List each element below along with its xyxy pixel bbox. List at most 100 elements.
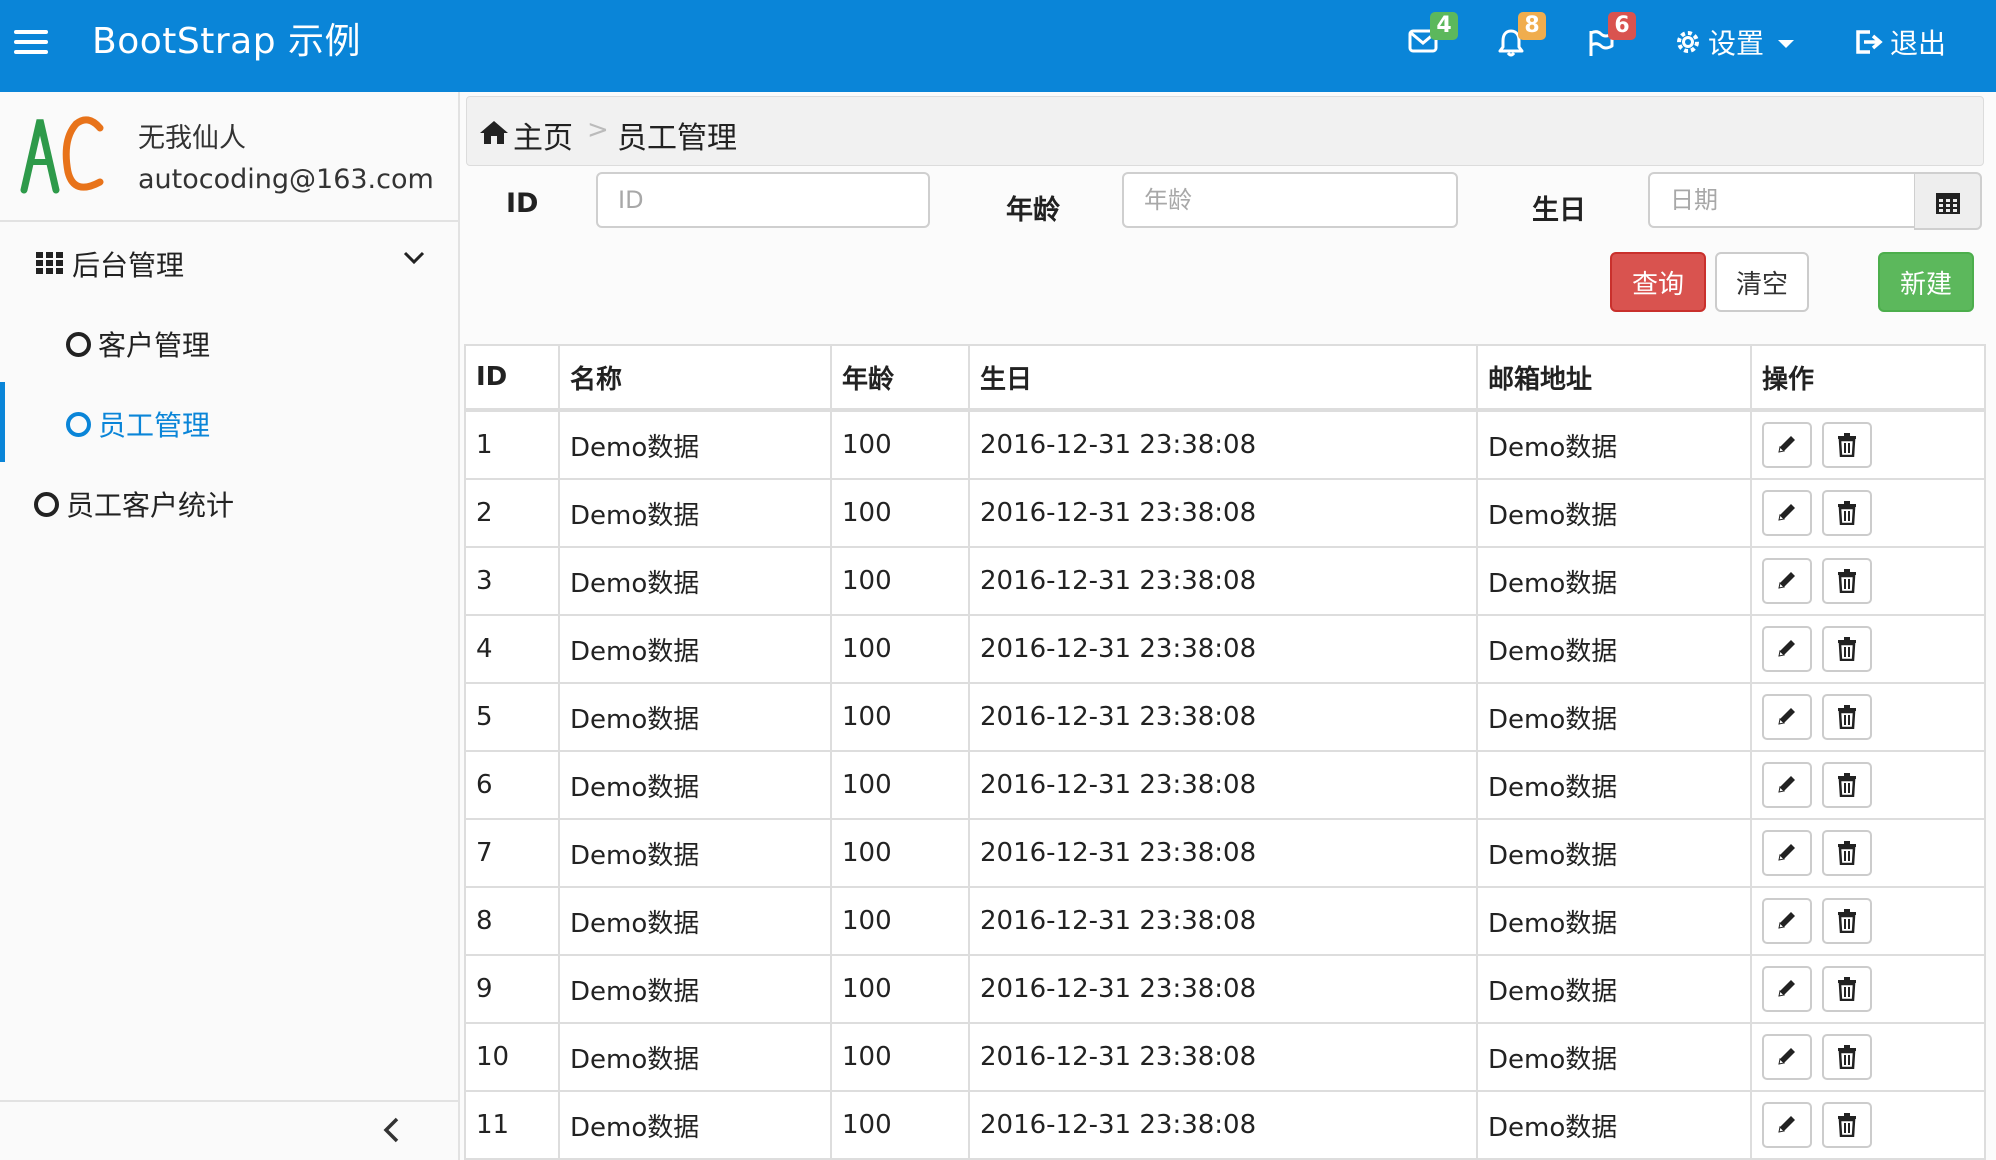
column-header-birthday[interactable]: 生日 <box>968 344 1478 412</box>
cell-age: 100 <box>830 750 970 820</box>
create-button[interactable]: 新建 <box>1878 252 1974 312</box>
caret-down-icon <box>1778 40 1795 48</box>
messages-badge: 4 <box>1430 12 1458 40</box>
messages-button[interactable]: 4 <box>1408 12 1458 68</box>
pencil-icon <box>1778 436 1795 453</box>
trash-icon <box>1838 705 1856 729</box>
table-row[interactable]: 11 Demo数据 100 2016-12-31 23:38:08 Demo数据 <box>464 1090 1986 1160</box>
table-row[interactable]: 4 Demo数据 100 2016-12-31 23:38:08 Demo数据 <box>464 614 1986 684</box>
cell-birthday: 2016-12-31 23:38:08 <box>968 954 1478 1024</box>
cell-id: 2 <box>464 478 560 548</box>
settings-dropdown[interactable]: 设置 <box>1674 20 1795 64</box>
tasks-badge: 6 <box>1608 12 1636 40</box>
table-row[interactable]: 6 Demo数据 100 2016-12-31 23:38:08 Demo数据 <box>464 750 1986 820</box>
query-button[interactable]: 查询 <box>1610 252 1706 312</box>
delete-button[interactable] <box>1822 626 1872 672</box>
edit-button[interactable] <box>1762 626 1812 672</box>
delete-button[interactable] <box>1822 558 1872 604</box>
id-label: ID <box>506 188 539 219</box>
trash-icon <box>1838 977 1856 1001</box>
sidebar-item-label: 员工客户统计 <box>66 489 235 522</box>
sidebar-item-employees[interactable]: 员工管理 <box>0 382 458 462</box>
delete-button[interactable] <box>1822 1034 1872 1080</box>
cell-id: 7 <box>464 818 560 888</box>
pencil-icon <box>1778 504 1795 521</box>
cell-name: Demo数据 <box>558 614 832 684</box>
column-header-id[interactable]: ID <box>464 344 560 412</box>
cell-age: 100 <box>830 1022 970 1092</box>
profile-email: autocoding@163.com <box>138 164 434 195</box>
cell-email: Demo数据 <box>1476 409 1752 480</box>
edit-button[interactable] <box>1762 898 1812 944</box>
column-header-actions: 操作 <box>1750 344 1986 412</box>
sidebar-item-employee-customer-stats[interactable]: 员工客户统计 <box>0 462 458 542</box>
delete-button[interactable] <box>1822 830 1872 876</box>
clear-button[interactable]: 清空 <box>1715 252 1809 312</box>
sidebar-footer <box>0 1100 458 1160</box>
th-grid-icon <box>36 252 63 274</box>
column-header-name[interactable]: 名称 <box>558 344 832 412</box>
edit-button[interactable] <box>1762 422 1812 468</box>
menu-group-admin[interactable]: 后台管理 <box>0 222 458 302</box>
cell-birthday: 2016-12-31 23:38:08 <box>968 886 1478 956</box>
calendar-button[interactable] <box>1914 172 1982 230</box>
pencil-icon <box>1778 776 1795 793</box>
cell-actions <box>1750 478 1986 548</box>
cell-email: Demo数据 <box>1476 750 1752 820</box>
delete-button[interactable] <box>1822 762 1872 808</box>
table-row[interactable]: 1 Demo数据 100 2016-12-31 23:38:08 Demo数据 <box>464 409 1986 480</box>
column-header-age[interactable]: 年龄 <box>830 344 970 412</box>
birthday-label: 生日 <box>1532 195 1586 226</box>
pencil-icon <box>1778 708 1795 725</box>
edit-button[interactable] <box>1762 1102 1812 1148</box>
table-row[interactable]: 2 Demo数据 100 2016-12-31 23:38:08 Demo数据 <box>464 478 1986 548</box>
breadcrumb-separator: > <box>587 115 609 145</box>
delete-button[interactable] <box>1822 694 1872 740</box>
pencil-icon <box>1778 844 1795 861</box>
logout-link[interactable]: 退出 <box>1854 20 1946 64</box>
pencil-icon <box>1778 980 1795 997</box>
hamburger-menu-icon[interactable] <box>14 30 48 58</box>
cell-birthday: 2016-12-31 23:38:08 <box>968 1090 1478 1160</box>
table-row[interactable]: 10 Demo数据 100 2016-12-31 23:38:08 Demo数据 <box>464 1022 1986 1092</box>
edit-button[interactable] <box>1762 762 1812 808</box>
edit-button[interactable] <box>1762 966 1812 1012</box>
birthday-date-input[interactable] <box>1648 172 1916 228</box>
age-input[interactable] <box>1122 172 1458 228</box>
circle-icon <box>66 412 91 437</box>
sidebar-item-customers[interactable]: 客户管理 <box>0 302 458 382</box>
cell-email: Demo数据 <box>1476 886 1752 956</box>
cell-birthday: 2016-12-31 23:38:08 <box>968 818 1478 888</box>
top-navbar: BootStrap 示例 4 8 6 设置 退出 <box>0 0 1996 92</box>
id-input[interactable] <box>596 172 930 228</box>
notifications-button[interactable]: 8 <box>1496 12 1546 68</box>
breadcrumb-home[interactable]: 主页 <box>513 113 573 157</box>
cell-birthday: 2016-12-31 23:38:08 <box>968 478 1478 548</box>
user-profile: 无我仙人 autocoding@163.com <box>0 92 458 222</box>
table-row[interactable]: 3 Demo数据 100 2016-12-31 23:38:08 Demo数据 <box>464 546 1986 616</box>
delete-button[interactable] <box>1822 898 1872 944</box>
delete-button[interactable] <box>1822 966 1872 1012</box>
edit-button[interactable] <box>1762 490 1812 536</box>
delete-button[interactable] <box>1822 422 1872 468</box>
chevron-left-icon[interactable] <box>380 1116 404 1144</box>
cell-birthday: 2016-12-31 23:38:08 <box>968 1022 1478 1092</box>
edit-button[interactable] <box>1762 1034 1812 1080</box>
edit-button[interactable] <box>1762 830 1812 876</box>
table-row[interactable]: 8 Demo数据 100 2016-12-31 23:38:08 Demo数据 <box>464 886 1986 956</box>
cell-actions <box>1750 750 1986 820</box>
brand-title[interactable]: BootStrap 示例 <box>92 18 361 66</box>
table-row[interactable]: 5 Demo数据 100 2016-12-31 23:38:08 Demo数据 <box>464 682 1986 752</box>
sidebar-item-label: 员工管理 <box>98 409 211 442</box>
edit-button[interactable] <box>1762 558 1812 604</box>
delete-button[interactable] <box>1822 1102 1872 1148</box>
trash-icon <box>1838 637 1856 661</box>
trash-icon <box>1838 773 1856 797</box>
table-row[interactable]: 9 Demo数据 100 2016-12-31 23:38:08 Demo数据 <box>464 954 1986 1024</box>
tasks-button[interactable]: 6 <box>1586 12 1636 68</box>
table-row[interactable]: 7 Demo数据 100 2016-12-31 23:38:08 Demo数据 <box>464 818 1986 888</box>
cell-id: 1 <box>464 409 560 480</box>
delete-button[interactable] <box>1822 490 1872 536</box>
edit-button[interactable] <box>1762 694 1812 740</box>
column-header-email[interactable]: 邮箱地址 <box>1476 344 1752 412</box>
